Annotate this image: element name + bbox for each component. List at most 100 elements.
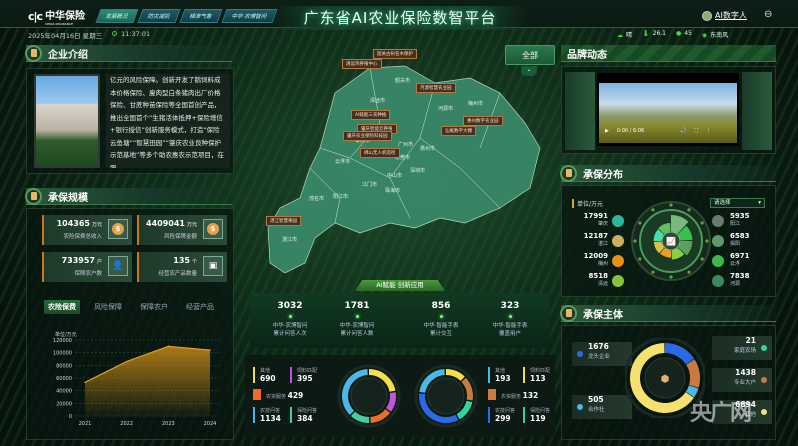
user-link[interactable]: AI数字人 <box>702 10 747 21</box>
watermark: 央广网 <box>690 401 752 426</box>
stat-label: 中华·农博智问 <box>339 323 375 329</box>
page-title: 广东省AI农业保险数智平台 <box>270 6 530 30</box>
data-point <box>167 345 170 348</box>
tab-risk[interactable]: 风险保障 <box>90 300 126 314</box>
distribution-item: 6583 揭阳 <box>730 232 768 247</box>
bolt-dot <box>669 203 673 207</box>
caret-down-icon: ▾ <box>758 200 761 206</box>
stat-value: 3032 <box>277 301 303 311</box>
map-marker-label[interactable]: 河源智慧农业园 <box>416 83 456 93</box>
wind-icon: ◉ <box>701 32 708 39</box>
map-marker-label[interactable]: 惠州数字农业园 <box>463 116 503 126</box>
stat-label: 中华·智能手表 <box>423 323 459 329</box>
dist-value: 6971 <box>730 252 750 260</box>
nav-tab-disaster[interactable]: 防灾减损 <box>137 9 181 23</box>
bolt-dot <box>633 239 637 243</box>
legend-feed: 饲料匹配 395 <box>290 367 317 383</box>
map-marker-label[interactable]: 汕尾数字大棚 <box>441 126 476 136</box>
fullscreen-icon[interactable]: ⛶ <box>694 128 698 134</box>
map-marker-label[interactable]: 佛山无人机巡检 <box>360 148 400 158</box>
stat-label: 累计问答人次 <box>273 331 307 337</box>
y-tick-label: 20000 <box>56 401 72 407</box>
nav-tab-development[interactable]: 发展概况 <box>95 9 139 23</box>
chevron-down-icon[interactable]: ⌄ <box>521 66 537 76</box>
volume-icon[interactable]: 🔊 <box>680 128 686 134</box>
dollar-icon: $ <box>203 219 223 239</box>
map-marker-label[interactable]: 清远鸡养殖中心 <box>342 59 382 69</box>
nav-tab-ai-qa[interactable]: 中华·农博智问 <box>221 9 278 23</box>
city-label: 清远市 <box>370 98 386 104</box>
stat-unit: 个 <box>191 259 197 265</box>
map-marker-label[interactable]: 韶关古树名木保护 <box>373 49 417 59</box>
legend-other: 其他 690 <box>253 367 276 383</box>
logout-icon[interactable]: ⊖ <box>764 9 772 20</box>
distribution-item: 12187 湛江 <box>570 232 608 247</box>
city-label: 云浮市 <box>335 159 351 165</box>
building-icon <box>712 215 724 227</box>
x-tick-label: 2021 <box>79 421 92 427</box>
tab-farmers[interactable]: 保障农户 <box>136 300 172 314</box>
entity-family-farm: 21 家庭农场 <box>712 336 772 360</box>
bolt-dot <box>651 270 655 274</box>
bolt-dot <box>687 208 691 212</box>
bolt-dot <box>669 275 673 279</box>
tab-premium[interactable]: 农险保费 <box>44 300 80 314</box>
brand-title: 品牌动态 <box>567 49 607 61</box>
carousel-next[interactable] <box>742 72 772 150</box>
city-label: 阳江市 <box>333 194 349 200</box>
tab-products[interactable]: 经营产品 <box>182 300 218 314</box>
dist-city: 河源 <box>730 281 741 287</box>
city-label: 湛江市 <box>282 237 298 243</box>
box-icon: ▣ <box>203 256 223 276</box>
carousel-prev[interactable] <box>565 72 595 150</box>
weather-wind: ◉ 东南风 <box>702 30 728 39</box>
ai-banner: AI赋能 创新应用 <box>355 280 445 291</box>
map-marker-label[interactable]: 湛江智慧果园 <box>266 216 301 226</box>
dist-value: 8518 <box>588 272 608 280</box>
legend-supplies: 农资服务 132 <box>488 389 538 400</box>
y-axis-label: 单位/万元 <box>55 331 77 338</box>
x-tick-label: 2022 <box>120 421 133 427</box>
legend-feed: 饲料匹配 113 <box>523 367 550 383</box>
stat-premium: 104365 万元 农险保费总收入 $ <box>42 215 132 245</box>
dist-value: 7838 <box>730 272 750 280</box>
legend-other: 其他 193 <box>488 367 511 383</box>
intro-text[interactable]: 亿元的风险保障。创新开发了鹅饲料成本价格保险、廋肉型白条猪肉出厂价格保险、甘蔗种… <box>106 74 230 168</box>
user-name: AI数字人 <box>715 11 747 20</box>
building-icon <box>612 275 624 287</box>
bolt-dot <box>638 257 642 261</box>
ai-stats: 3032 中华·农博智问 累计问答人次 1781 中华·农博智问 累计问答人数 856 中… <box>250 293 550 348</box>
donut-slice <box>350 411 370 423</box>
play-icon[interactable]: ▶ <box>605 128 609 134</box>
bolt-dot <box>651 208 655 212</box>
more-icon[interactable]: ⋮ <box>706 128 711 134</box>
dist-value: 6583 <box>730 232 750 240</box>
brand-video[interactable]: ▶ 0:00 / 6:06 🔊 ⛶ ⋮ <box>597 73 739 146</box>
nav-tab-weather[interactable]: 精准气象 <box>179 9 223 23</box>
dist-city: 揭阳 <box>730 241 741 247</box>
map-marker-label[interactable]: 肇庆农业保险科技园 <box>343 131 392 141</box>
distribution-radial-chart: 📈 <box>631 201 711 281</box>
sun-cloud-icon: ☁ <box>617 32 623 39</box>
dist-value: 12187 <box>583 232 608 240</box>
area-fill <box>85 346 210 416</box>
building-icon <box>612 235 624 247</box>
dist-city: 肇庆 <box>597 221 608 227</box>
scale-title: 承保规模 <box>48 192 88 204</box>
x-tick-label: 2024 <box>204 421 217 427</box>
dist-value: 17991 <box>583 212 608 220</box>
bar-chart-icon: 📈 <box>666 236 676 246</box>
dist-city: 湛江 <box>597 241 608 247</box>
legend-supplies: 农资服务 429 <box>253 389 303 400</box>
building-icon <box>612 255 624 267</box>
stat-unit: 户 <box>96 259 102 265</box>
dist-value: 5935 <box>730 212 750 220</box>
region-select[interactable]: 请选择 ▾ <box>710 198 765 208</box>
region-filter-button[interactable]: 全部 <box>505 45 555 65</box>
donut-center <box>350 377 388 415</box>
weather-condition: ☁ 晴 <box>617 30 632 39</box>
map-marker-label[interactable]: AI赋能三农种植 <box>351 110 391 120</box>
dist-city: 清远 <box>597 281 608 287</box>
scale-tabs: 农险保费 风险保障 保障农户 经营产品 <box>44 300 218 314</box>
city-label: 珠海市 <box>385 188 401 194</box>
